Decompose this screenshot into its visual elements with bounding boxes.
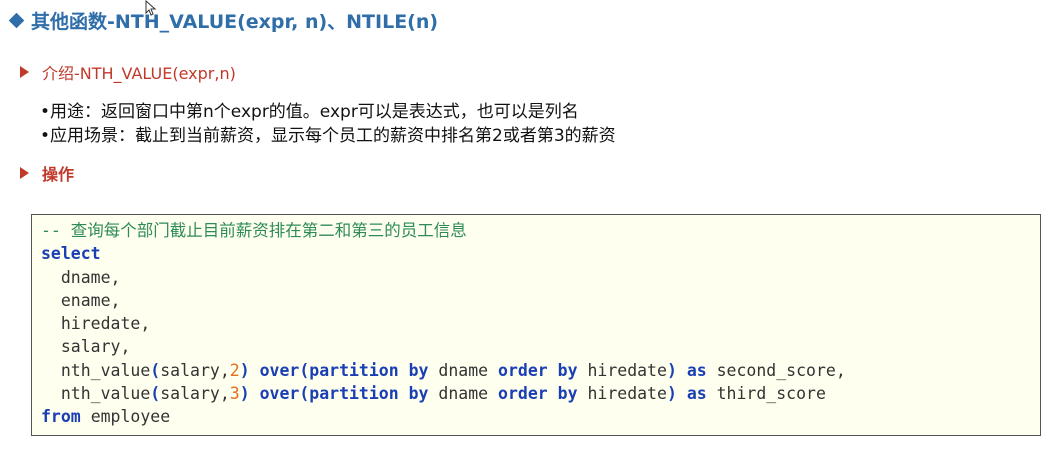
code-line-nth-value-2: nth_value(salary,2) over(partition by dn…: [41, 359, 1040, 382]
partition-col: dname: [438, 360, 489, 380]
section-operations-label: 操作: [42, 165, 75, 184]
fn-nth-value: nth_value: [41, 384, 151, 404]
slide-title-row: 其他函数-NTH_VALUE(expr, n)、NTILE(n): [8, 8, 439, 33]
paren-close: ): [666, 384, 677, 404]
slide-title: 其他函数-NTH_VALUE(expr, n)、NTILE(n): [31, 10, 439, 33]
order-col: hiredate: [587, 384, 667, 404]
paren: (: [150, 360, 161, 380]
section-intro: 介绍-NTH_VALUE(expr,n): [20, 61, 236, 83]
code-line-hiredate: hiredate,: [41, 314, 151, 334]
arrow-bullet-icon: [20, 167, 29, 179]
code-line-salary: salary,: [41, 337, 131, 357]
kw-as: as: [686, 384, 707, 404]
paren-close: ): [666, 360, 677, 380]
section-operations: 操作: [20, 162, 74, 184]
arg-salary: salary,: [160, 384, 230, 404]
code-line-ename: ename,: [41, 290, 121, 310]
code-line-select: select: [41, 242, 1040, 265]
paren: (: [150, 384, 161, 404]
sql-code-block: -- 查询每个部门截止目前薪资排在第二和第三的员工信息 select dname…: [31, 214, 1041, 436]
code-comment: -- 查询每个部门截止目前薪资排在第二和第三的员工信息: [41, 221, 467, 240]
code-line-from: from employee: [41, 405, 1040, 428]
code-line-dname: dname,: [41, 267, 121, 287]
paren-close: ): [239, 384, 250, 404]
paren-close: ): [239, 360, 250, 380]
code-line-nth-value-3: nth_value(salary,3) over(partition by dn…: [41, 382, 1040, 405]
kw-from: from: [41, 407, 81, 427]
partition-col: dname: [438, 384, 489, 404]
bullet-scenario: •应用场景：截止到当前薪资，显示每个员工的薪资中排名第2或者第3的薪资: [40, 126, 616, 146]
kw-as: as: [686, 360, 707, 380]
alias-third-score: third_score: [716, 384, 826, 404]
fn-nth-value: nth_value: [41, 360, 151, 380]
arg-n: 3: [229, 384, 240, 404]
diamond-bullet-icon: [8, 12, 25, 28]
kw-over: over(partition by: [259, 360, 429, 380]
arg-salary: salary,: [160, 360, 230, 380]
order-col: hiredate: [587, 360, 667, 380]
mouse-cursor-icon: [145, 0, 157, 16]
section-intro-label: 介绍-NTH_VALUE(expr,n): [42, 64, 236, 83]
table-name: employee: [90, 407, 171, 427]
kw-over: over(partition by: [259, 384, 429, 404]
arg-n: 2: [229, 360, 240, 380]
bullet-usage: •用途：返回窗口中第n个expr的值。expr可以是表达式，也可以是列名: [40, 102, 579, 122]
kw-select: select: [41, 244, 101, 264]
kw-order-by: order by: [498, 384, 578, 404]
kw-order-by: order by: [498, 360, 578, 380]
alias-second-score: second_score,: [716, 360, 846, 380]
arrow-bullet-icon: [20, 66, 29, 78]
